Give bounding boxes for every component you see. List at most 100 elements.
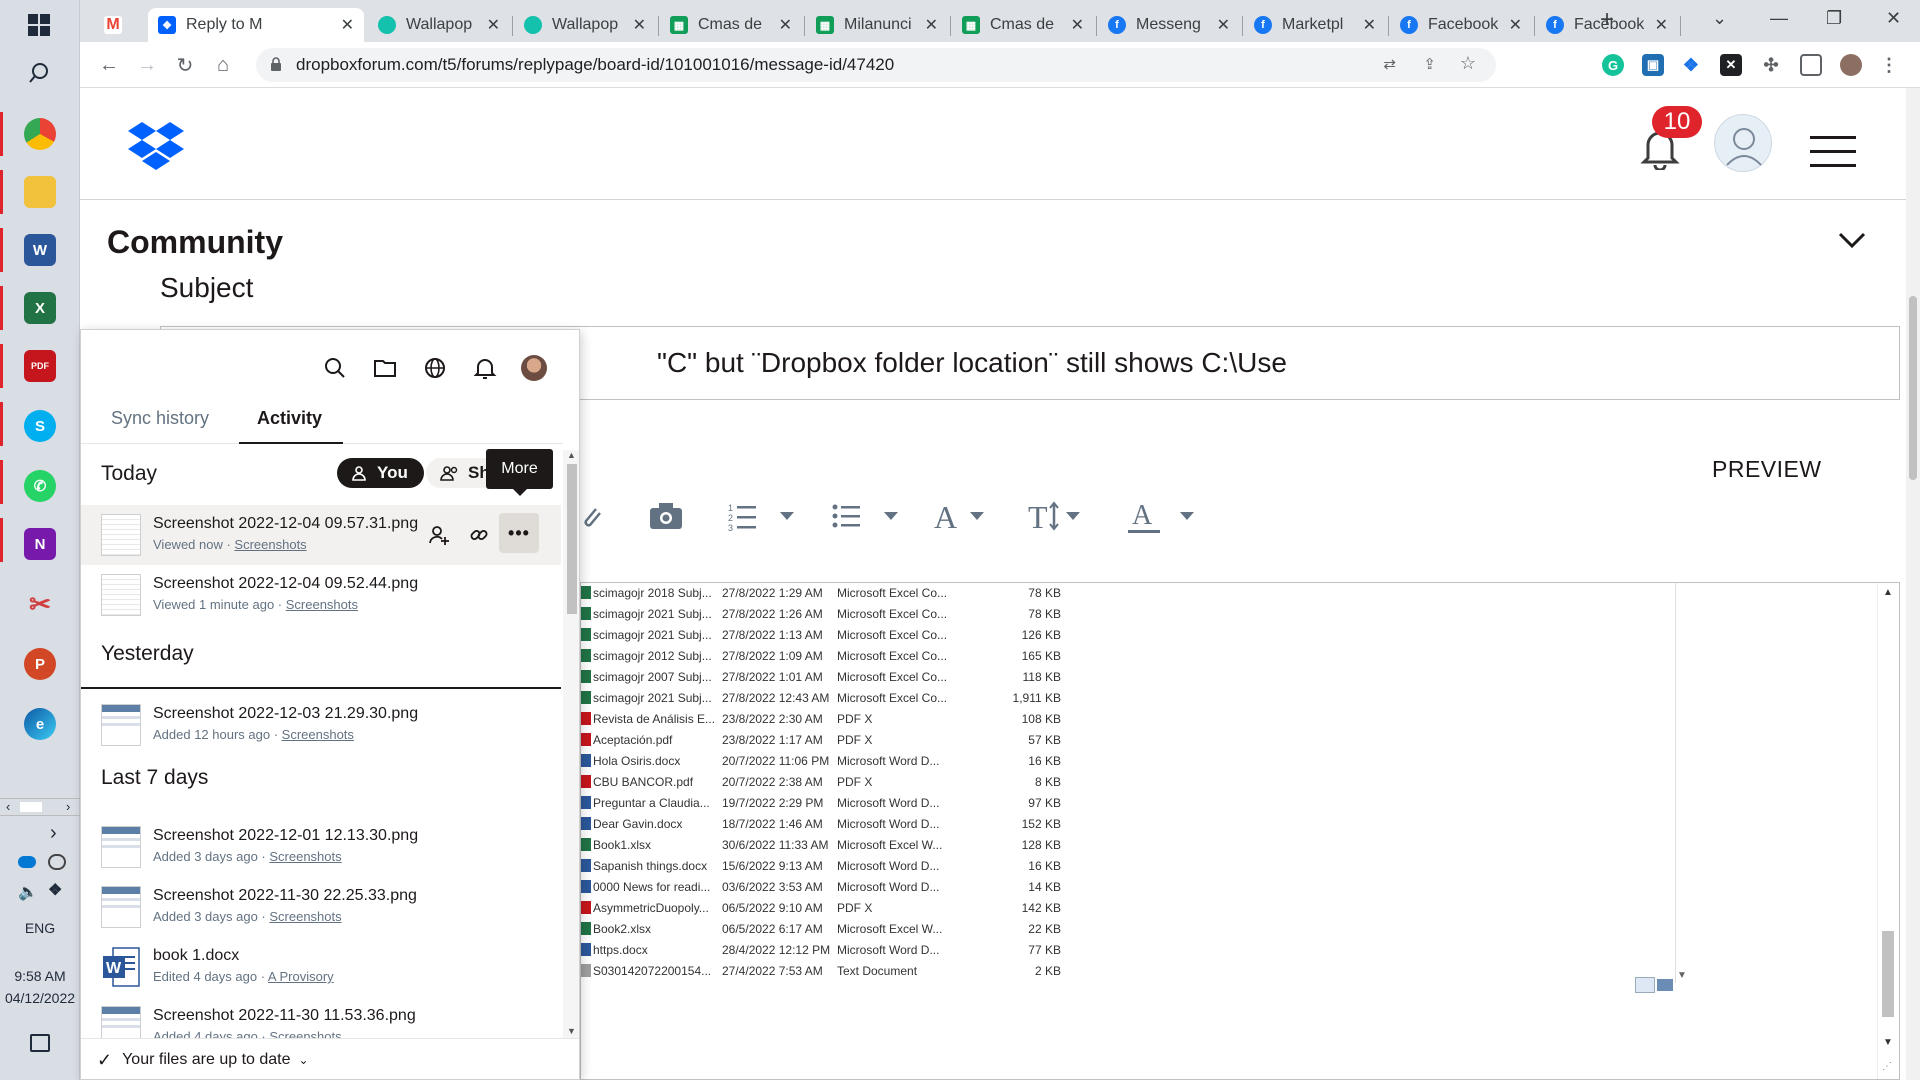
snipping-tool-icon[interactable]: ✂ xyxy=(24,588,56,620)
dropbox-tray-icon[interactable]: ❖ xyxy=(48,880,62,900)
close-tab-icon[interactable]: ✕ xyxy=(1509,15,1522,35)
panel-scrollbar[interactable]: ▲ ▼ xyxy=(563,450,579,1038)
link-icon[interactable] xyxy=(467,523,491,547)
activity-item[interactable]: Screenshot 2022-12-04 09.52.44.png Viewe… xyxy=(81,565,561,625)
tab-facebook-1[interactable]: f Facebook ✕ xyxy=(1390,8,1532,42)
chrome-menu-icon[interactable]: ⋮ xyxy=(1878,54,1900,76)
onenote-icon[interactable]: N xyxy=(24,528,56,560)
hamburger-menu-icon[interactable] xyxy=(1810,136,1856,168)
bullet-list-button[interactable] xyxy=(832,496,898,536)
side-panel-icon[interactable] xyxy=(1800,54,1822,76)
close-tab-icon[interactable]: ✕ xyxy=(925,15,938,35)
close-window-icon[interactable]: ✕ xyxy=(1886,8,1901,29)
activity-item[interactable]: Screenshot 2022-12-01 12.13.30.png Added… xyxy=(81,817,561,877)
tab-search-icon[interactable]: ⌄ xyxy=(1712,8,1727,29)
search-icon[interactable] xyxy=(28,62,50,84)
close-tab-icon[interactable]: ✕ xyxy=(633,15,646,35)
tab-wallapop-2[interactable]: Wallapop ✕ xyxy=(514,8,656,42)
font-color-button[interactable]: A xyxy=(1126,496,1194,536)
font-style-button[interactable]: A xyxy=(932,496,984,536)
sync-status-bar[interactable]: ✓ Your files are up to date ⌄ xyxy=(81,1038,579,1079)
tab-gmail[interactable]: M xyxy=(94,8,152,42)
folder-link[interactable]: Screenshots xyxy=(286,597,358,612)
activity-item[interactable]: W book 1.docx Edited 4 days ago · A Prov… xyxy=(81,937,561,997)
close-tab-icon[interactable]: ✕ xyxy=(1655,15,1668,35)
chevron-down-icon[interactable] xyxy=(1836,228,1868,252)
editor-scrollbar[interactable]: ▲ ▼ ⋰ xyxy=(1877,583,1899,1079)
font-size-button[interactable]: T xyxy=(1028,496,1080,536)
close-tab-icon[interactable]: ✕ xyxy=(779,15,792,35)
clock-date[interactable]: 04/12/2022 xyxy=(0,990,80,1006)
address-bar[interactable]: dropboxforum.com/t5/forums/replypage/boa… xyxy=(256,48,1496,82)
globe-icon[interactable] xyxy=(423,356,447,380)
tab-marketplace[interactable]: f Marketpl ✕ xyxy=(1244,8,1386,42)
chrome-icon[interactable] xyxy=(24,118,56,150)
more-options-button[interactable]: ••• xyxy=(499,513,539,553)
scroll-thumb[interactable] xyxy=(1882,931,1894,1017)
home-icon[interactable]: ⌂ xyxy=(210,52,236,78)
excel-icon[interactable]: X xyxy=(24,292,56,324)
scroll-down-icon[interactable]: ▼ xyxy=(1883,1037,1893,1048)
scroll-up-icon[interactable]: ▲ xyxy=(1883,587,1893,598)
pdf-icon[interactable]: PDF xyxy=(24,350,56,382)
folder-link[interactable]: Screenshots xyxy=(269,849,341,864)
resize-handle-icon[interactable]: ⋰ xyxy=(1882,1061,1892,1072)
folder-link[interactable]: Screenshots xyxy=(282,727,354,742)
onedrive-icon[interactable] xyxy=(18,856,36,868)
whatsapp-icon[interactable]: ✆ xyxy=(24,470,56,502)
search-icon[interactable] xyxy=(323,356,347,380)
profile-avatar[interactable] xyxy=(1840,54,1862,76)
volume-icon[interactable]: 🔈 xyxy=(18,882,38,902)
filter-you-button[interactable]: You xyxy=(337,458,424,488)
message-editor[interactable]: scimagojr 2018 Subj... 27/8/2022 1:29 AM M… xyxy=(580,582,1900,1080)
reload-icon[interactable]: ↻ xyxy=(172,52,198,78)
folder-link[interactable]: Screenshots xyxy=(234,537,306,552)
attach-icon[interactable] xyxy=(578,496,602,536)
extensions-puzzle-icon[interactable]: ✣ xyxy=(1760,54,1782,76)
file-explorer-icon[interactable] xyxy=(24,176,56,208)
page-scroll-thumb[interactable] xyxy=(1909,296,1917,480)
community-title[interactable]: Community xyxy=(107,224,283,261)
reader-extension-icon[interactable]: ▣ xyxy=(1642,54,1664,76)
tab-wallapop-1[interactable]: Wallapop ✕ xyxy=(368,8,510,42)
close-tab-icon[interactable]: ✕ xyxy=(1071,15,1084,35)
numbered-list-button[interactable]: 123 xyxy=(728,496,794,536)
tab-milanuncios[interactable]: ▦ Milanunci ✕ xyxy=(806,8,948,42)
bell-icon[interactable] xyxy=(473,356,497,380)
scroll-down-icon[interactable]: ▼ xyxy=(567,1026,576,1036)
activity-item[interactable]: Screenshot 2022-11-30 22.25.33.png Added… xyxy=(81,877,561,937)
windows-start-icon[interactable] xyxy=(28,14,50,36)
page-scrollbar[interactable] xyxy=(1906,88,1920,1080)
activity-item[interactable]: Screenshot 2022-12-03 21.29.30.png Added… xyxy=(81,695,561,755)
translate-icon[interactable]: ⇄ xyxy=(1383,55,1396,73)
onedrive-sync-icon[interactable] xyxy=(48,854,66,870)
preview-button[interactable]: PREVIEW xyxy=(1712,456,1822,483)
tab-activity[interactable]: Activity xyxy=(257,408,322,429)
x-extension-icon[interactable]: ✕ xyxy=(1720,54,1742,76)
grammarly-icon[interactable]: G xyxy=(1602,54,1624,76)
camera-icon[interactable] xyxy=(648,496,684,536)
panel-scroll-thumb[interactable] xyxy=(567,464,577,614)
folder-link[interactable]: A Provisory xyxy=(268,969,334,984)
folder-link[interactable]: Screenshots xyxy=(269,909,341,924)
back-icon[interactable]: ← xyxy=(96,52,122,78)
edge-icon[interactable]: e xyxy=(24,708,56,740)
dropbox-extension-icon[interactable]: ❖ xyxy=(1680,54,1702,76)
forward-icon[interactable]: → xyxy=(134,52,160,78)
close-tab-icon[interactable]: ✕ xyxy=(1363,15,1376,35)
powerpoint-icon[interactable]: P xyxy=(24,648,56,680)
scroll-thumb[interactable] xyxy=(20,802,42,812)
skype-icon[interactable]: S xyxy=(24,410,56,442)
restore-icon[interactable]: ❐ xyxy=(1826,8,1842,29)
tab-sync-history[interactable]: Sync history xyxy=(111,408,209,429)
close-tab-icon[interactable]: ✕ xyxy=(341,15,354,35)
scroll-left-icon[interactable]: ‹ xyxy=(6,799,10,814)
dropbox-logo[interactable] xyxy=(128,122,184,170)
tab-messenger[interactable]: f Messeng ✕ xyxy=(1098,8,1240,42)
activity-item[interactable]: Screenshot 2022-12-04 09.57.31.png Viewe… xyxy=(81,505,561,565)
taskbar-scroller[interactable]: ‹ › xyxy=(0,798,80,816)
scroll-up-icon[interactable]: ▲ xyxy=(567,450,576,460)
tab-cmas-1[interactable]: ▦ Cmas de ✕ xyxy=(660,8,802,42)
bookmark-star-icon[interactable]: ☆ xyxy=(1460,53,1476,74)
word-icon[interactable]: W xyxy=(24,234,56,266)
